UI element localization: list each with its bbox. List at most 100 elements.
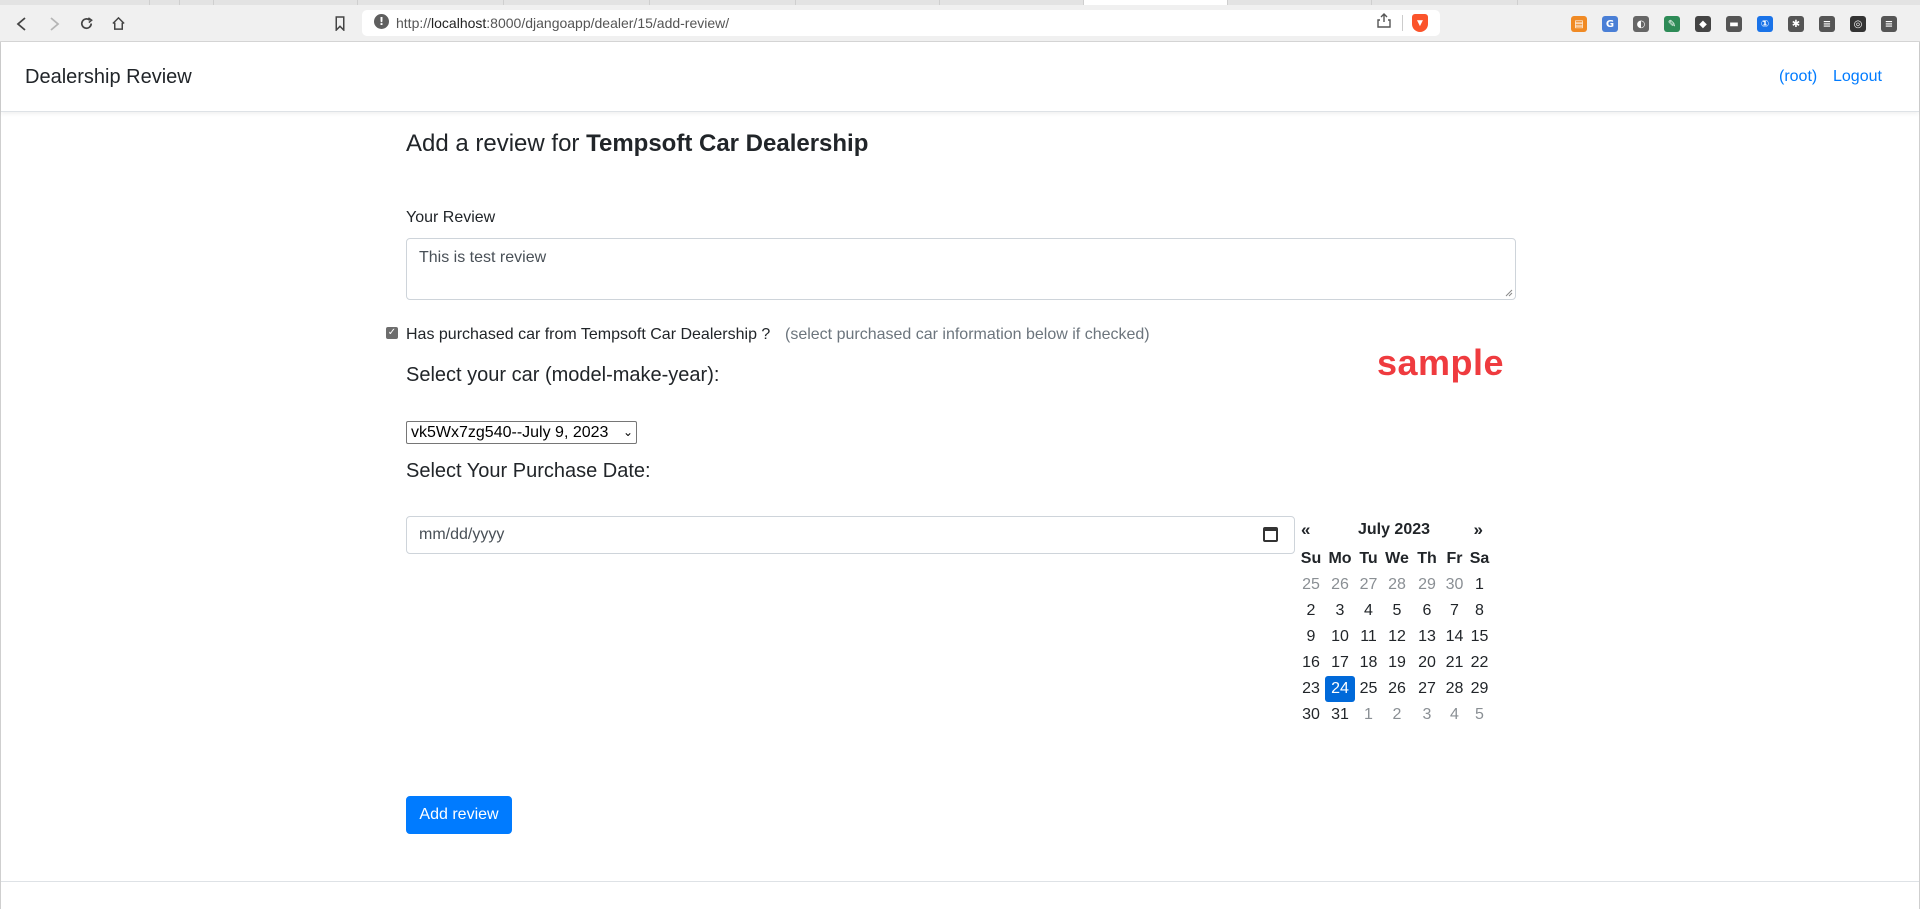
sample-watermark: sample bbox=[1377, 342, 1505, 383]
calendar-day[interactable]: 26 bbox=[1382, 676, 1412, 702]
purchase-checkbox-label[interactable]: Has purchased car from Tempsoft Car Deal… bbox=[406, 326, 770, 344]
purchase-checkbox[interactable]: ✓ bbox=[386, 327, 398, 339]
purchase-date-heading: Select Your Purchase Date: bbox=[406, 460, 651, 482]
calendar-day[interactable]: 25 bbox=[1297, 572, 1325, 598]
weekday-header: Sa bbox=[1469, 550, 1490, 567]
date-picker: « July 2023 » Su Mo Tu We Th Fr Sa 25 26 27 28 29 30… bbox=[1297, 520, 1491, 728]
home-icon[interactable] bbox=[104, 5, 132, 42]
calendar-day[interactable]: 11 bbox=[1355, 624, 1382, 650]
calendar-day-selected[interactable]: 24 bbox=[1325, 676, 1355, 702]
extensions-puzzle-icon[interactable]: ✱ bbox=[1788, 16, 1804, 32]
purchase-date-input[interactable]: mm/dd/yyyy bbox=[406, 516, 1295, 554]
car-select-value: vk5Wx7zg540--July 9, 2023 bbox=[411, 424, 609, 441]
resize-grip-icon[interactable] bbox=[1503, 287, 1513, 297]
calendar-day[interactable]: 2 bbox=[1297, 598, 1325, 624]
calendar-day[interactable]: 8 bbox=[1467, 598, 1492, 624]
review-label: Your Review bbox=[406, 209, 496, 226]
reload-icon[interactable] bbox=[72, 5, 100, 42]
calendar-day[interactable]: 2 bbox=[1382, 702, 1412, 728]
date-placeholder: mm/dd/yyyy bbox=[419, 526, 505, 543]
page-title: Add a review for Tempsoft Car Dealership bbox=[406, 130, 869, 157]
calendar-day[interactable]: 3 bbox=[1325, 598, 1355, 624]
menu-icon[interactable]: ≡ bbox=[1881, 16, 1897, 32]
calendar-day[interactable]: 31 bbox=[1325, 702, 1355, 728]
calendar-day[interactable]: 14 bbox=[1442, 624, 1467, 650]
calendar-icon[interactable] bbox=[1263, 527, 1278, 542]
calendar-day[interactable]: 4 bbox=[1355, 598, 1382, 624]
calendar-day[interactable]: 15 bbox=[1467, 624, 1492, 650]
extension-orange-icon[interactable]: ▤ bbox=[1571, 16, 1587, 32]
extension-pen-icon[interactable]: ✎ bbox=[1664, 16, 1680, 32]
logout-link[interactable]: Logout bbox=[1833, 68, 1882, 86]
back-arrow-icon[interactable] bbox=[8, 5, 36, 42]
dealer-name: Tempsoft Car Dealership bbox=[586, 130, 869, 157]
calendar-day[interactable]: 10 bbox=[1325, 624, 1355, 650]
month-title[interactable]: July 2023 bbox=[1297, 521, 1491, 539]
extension-cube-icon[interactable]: ◆ bbox=[1695, 16, 1711, 32]
calendar-day[interactable]: 4 bbox=[1442, 702, 1467, 728]
calendar-day[interactable]: 29 bbox=[1412, 572, 1442, 598]
calendar-day[interactable]: 28 bbox=[1382, 572, 1412, 598]
brave-shield-icon[interactable]: ▼ bbox=[1412, 14, 1428, 32]
calendar-day[interactable]: 25 bbox=[1355, 676, 1382, 702]
weekday-header: Mo bbox=[1328, 550, 1352, 567]
next-month-button[interactable]: » bbox=[1474, 520, 1483, 540]
extension-password-icon[interactable]: ① bbox=[1757, 16, 1773, 32]
calendar-day[interactable]: 19 bbox=[1382, 650, 1412, 676]
calendar-day[interactable]: 5 bbox=[1467, 702, 1492, 728]
calendar-grid: Su Mo Tu We Th Fr Sa 25 26 27 28 29 30 1 2 3 4 5 6 7 8 9 10 11 1… bbox=[1297, 546, 1491, 728]
calendar-day[interactable]: 16 bbox=[1297, 650, 1325, 676]
bookmark-icon[interactable] bbox=[326, 5, 354, 42]
calendar-day[interactable]: 1 bbox=[1355, 702, 1382, 728]
profile-icon[interactable]: ◎ bbox=[1850, 16, 1866, 32]
footer-divider bbox=[1, 881, 1919, 882]
car-select[interactable]: vk5Wx7zg540--July 9, 2023 ⌄ bbox=[406, 421, 637, 444]
brand-title[interactable]: Dealership Review bbox=[25, 66, 192, 89]
calendar-day[interactable]: 12 bbox=[1382, 624, 1412, 650]
purchase-hint: (select purchased car information below … bbox=[785, 326, 1150, 343]
weekday-header: Fr bbox=[1446, 550, 1463, 567]
calendar-day[interactable]: 7 bbox=[1442, 598, 1467, 624]
add-review-button[interactable]: Add review bbox=[406, 796, 512, 834]
calendar-day[interactable]: 3 bbox=[1412, 702, 1442, 728]
weekday-header: Tu bbox=[1359, 550, 1378, 567]
url-separator bbox=[1402, 15, 1403, 31]
car-select-heading: Select your car (model-make-year): bbox=[406, 364, 720, 386]
info-icon[interactable]: ! bbox=[374, 14, 389, 29]
extension-card-icon[interactable]: ▬ bbox=[1726, 16, 1742, 32]
calendar-day[interactable]: 26 bbox=[1325, 572, 1355, 598]
calendar-day[interactable]: 27 bbox=[1355, 572, 1382, 598]
url-text[interactable]: http://localhost:8000/djangoapp/dealer/1… bbox=[396, 15, 729, 31]
share-icon[interactable] bbox=[1377, 12, 1391, 32]
calendar-day[interactable]: 28 bbox=[1442, 676, 1467, 702]
calendar-day[interactable]: 6 bbox=[1412, 598, 1442, 624]
browser-toolbar: ! http://localhost:8000/djangoapp/dealer… bbox=[0, 5, 1920, 42]
calendar-day[interactable]: 30 bbox=[1442, 572, 1467, 598]
calendar-day[interactable]: 18 bbox=[1355, 650, 1382, 676]
weekday-header: Su bbox=[1300, 550, 1322, 567]
calendar-day[interactable]: 9 bbox=[1297, 624, 1325, 650]
weekday-header: We bbox=[1385, 550, 1409, 567]
calendar-day[interactable]: 17 bbox=[1325, 650, 1355, 676]
calendar-day[interactable]: 30 bbox=[1297, 702, 1325, 728]
calendar-day[interactable]: 1 bbox=[1467, 572, 1492, 598]
user-link[interactable]: (root) bbox=[1779, 68, 1817, 86]
extension-translate-icon[interactable]: G bbox=[1602, 16, 1618, 32]
calendar-day[interactable]: 20 bbox=[1412, 650, 1442, 676]
reading-list-icon[interactable]: ≡ bbox=[1819, 16, 1835, 32]
review-textarea[interactable]: This is test review bbox=[406, 238, 1516, 300]
calendar-day[interactable]: 21 bbox=[1442, 650, 1467, 676]
web-page: Dealership Review (root) Logout Add a re… bbox=[0, 42, 1920, 909]
weekday-header: Th bbox=[1417, 550, 1437, 567]
extension-privacy-icon[interactable]: ◐ bbox=[1633, 16, 1649, 32]
calendar-day[interactable]: 29 bbox=[1467, 676, 1492, 702]
address-bar[interactable]: ! http://localhost:8000/djangoapp/dealer… bbox=[362, 10, 1440, 36]
chevron-down-icon: ⌄ bbox=[622, 425, 633, 439]
calendar-day[interactable]: 27 bbox=[1412, 676, 1442, 702]
calendar-day[interactable]: 22 bbox=[1467, 650, 1492, 676]
calendar-day[interactable]: 13 bbox=[1412, 624, 1442, 650]
forward-arrow-icon[interactable] bbox=[40, 5, 68, 42]
calendar-day[interactable]: 23 bbox=[1297, 676, 1325, 702]
date-picker-header: « July 2023 » bbox=[1297, 520, 1491, 546]
calendar-day[interactable]: 5 bbox=[1382, 598, 1412, 624]
